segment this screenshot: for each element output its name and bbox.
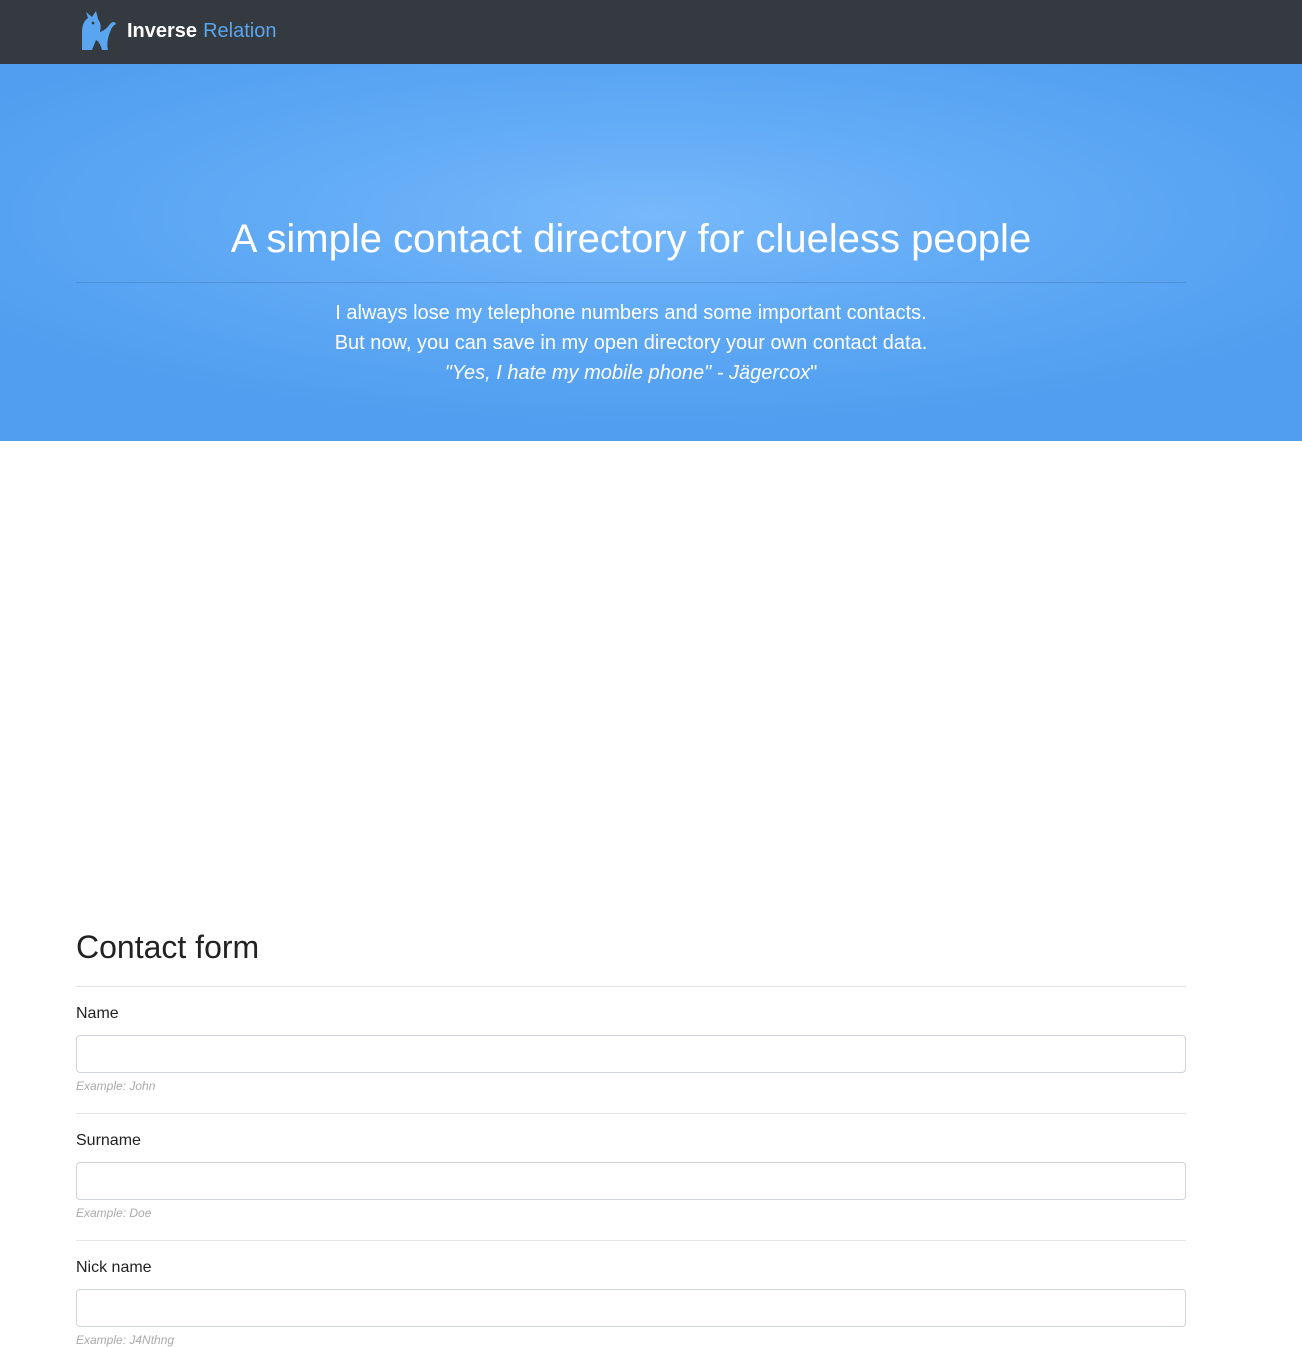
name-input[interactable] <box>76 1035 1186 1073</box>
surname-label: Surname <box>76 1132 141 1149</box>
brand-link[interactable]: Inverse Relation <box>76 10 276 52</box>
hero-line-2: But now, you can save in my open directo… <box>334 332 928 354</box>
brand-name-light: Relation <box>203 19 277 42</box>
fox-logo-icon <box>82 11 116 50</box>
hero-line-1: I always lose my telephone numbers and s… <box>335 302 927 324</box>
field-divider <box>76 1113 1186 1114</box>
brand-name-bold: Inverse <box>127 19 198 42</box>
hero-divider <box>76 282 1186 283</box>
field-divider <box>76 1240 1186 1241</box>
hero-jumbotron: A simple contact directory for clueless … <box>0 64 1302 441</box>
nickname-help-text: Example: J4Nthng <box>76 1333 175 1347</box>
hero-lead: I always lose my telephone numbers and s… <box>76 298 1186 388</box>
top-navbar: Inverse Relation <box>0 0 1302 64</box>
hero-quote-tail: " <box>810 362 818 384</box>
form-title: Contact form <box>76 929 260 965</box>
name-label: Name <box>76 1005 119 1022</box>
surname-help-text: Example: Doe <box>76 1206 152 1220</box>
surname-input[interactable] <box>76 1162 1186 1200</box>
hero-quote-line: "Yes, I hate my mobile phone" - Jägercox… <box>76 358 1186 388</box>
nickname-label: Nick name <box>76 1259 152 1276</box>
form-title-divider <box>76 986 1186 987</box>
hero-quote: "Yes, I hate my mobile phone" - Jägercox <box>444 362 811 384</box>
name-help-text: Example: John <box>76 1079 156 1093</box>
hero-title: A simple contact directory for clueless … <box>230 217 1032 261</box>
nickname-input[interactable] <box>76 1289 1186 1327</box>
